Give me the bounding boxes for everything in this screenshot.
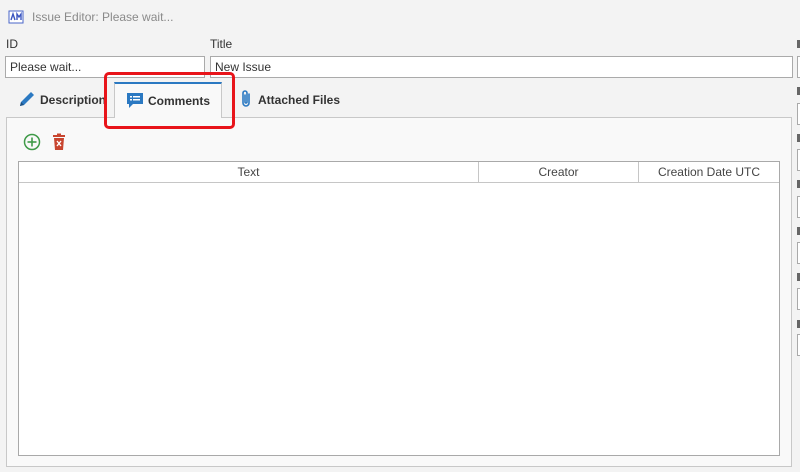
title-label: Title — [210, 37, 233, 51]
delete-comment-button[interactable] — [51, 133, 69, 151]
tab-attached-files[interactable]: Attached Files — [238, 82, 340, 118]
comments-grid[interactable]: Text Creator Creation Date UTC — [18, 161, 780, 456]
tab-comments-label: Comments — [147, 94, 210, 108]
add-comment-button[interactable] — [23, 133, 41, 151]
add-circle-icon — [23, 133, 41, 154]
column-header-text[interactable]: Text — [19, 162, 479, 182]
trash-icon — [51, 133, 67, 154]
column-header-creator[interactable]: Creator — [479, 162, 639, 182]
tab-description[interactable]: Description — [18, 82, 106, 118]
tab-attached-files-label: Attached Files — [258, 93, 341, 107]
comment-icon — [126, 91, 148, 112]
grid-header: Text Creator Creation Date UTC — [19, 162, 779, 183]
pencil-icon — [18, 90, 40, 111]
title-bar: Issue Editor: Please wait... — [0, 0, 800, 34]
tab-description-label: Description — [40, 93, 107, 107]
paperclip-icon — [238, 89, 258, 112]
title-field[interactable] — [210, 56, 793, 78]
tab-comments[interactable]: Comments — [114, 82, 222, 118]
column-header-creation-date[interactable]: Creation Date UTC — [639, 162, 779, 182]
id-field[interactable] — [5, 56, 205, 78]
window-title: Issue Editor: Please wait... — [32, 10, 174, 24]
id-label: ID — [6, 37, 18, 51]
app-logo-icon — [8, 9, 24, 25]
